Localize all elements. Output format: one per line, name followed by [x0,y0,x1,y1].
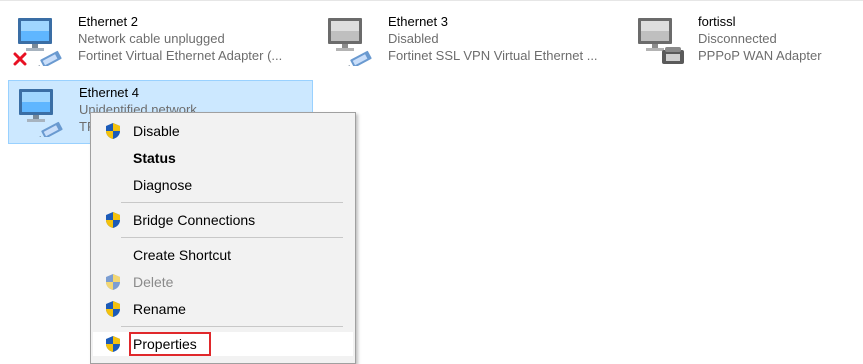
adapter-status: Disconnected [698,31,777,46]
menu-item-create-shortcut[interactable]: Create Shortcut [93,243,353,267]
uac-shield-icon [106,212,120,228]
uac-shield-icon [106,336,120,352]
dialup-adapter-icon [638,18,684,64]
menu-item-label: Disable [133,123,180,139]
network-adapter-disabled-icon [328,18,373,66]
menu-separator [121,237,343,238]
network-adapter-icon [19,85,64,137]
adapter-status: Disabled [388,31,439,46]
adapter-device: Fortinet Virtual Ethernet Adapter (... [78,48,283,63]
menu-item-properties[interactable]: Properties [93,332,353,356]
adapter-status: Network cable unplugged [78,31,225,46]
menu-item-label: Create Shortcut [133,247,232,263]
red-x-icon [13,52,27,66]
menu-item-label: Status [133,150,176,166]
red-highlight-box [129,332,211,356]
adapter-name: Ethernet 3 [388,14,448,29]
adapter-name: Ethernet 2 [78,14,138,29]
menu-item-label: Delete [133,274,174,290]
adapter-device: Fortinet SSL VPN Virtual Ethernet ... [388,48,598,63]
adapter-device: PPPoP WAN Adapter [698,48,822,63]
menu-item-delete: Delete [93,270,353,294]
window-top-border [0,0,863,1]
uac-shield-icon [106,274,120,290]
menu-item-label: Rename [133,301,186,317]
adapter-fortissl[interactable]: fortissl Disconnected PPPoP WAN Adapter [628,10,863,66]
menu-item-bridge-connections[interactable]: Bridge Connections [93,208,353,232]
menu-item-label: Diagnose [133,177,193,193]
adapter-ethernet-3[interactable]: Ethernet 3 Disabled Fortinet SSL VPN Vir… [318,10,623,66]
menu-separator [121,326,343,327]
menu-item-label: Bridge Connections [133,212,256,228]
adapter-ethernet-2[interactable]: Ethernet 2 Network cable unplugged Forti… [8,10,313,66]
uac-shield-icon [106,301,120,317]
network-adapter-icon [13,14,63,66]
menu-item-diagnose[interactable]: Diagnose [93,173,353,197]
uac-shield-icon [106,123,120,139]
phone-icon [662,47,684,64]
menu-separator [121,202,343,203]
menu-item-status[interactable]: Status [93,146,353,170]
adapter-name: Ethernet 4 [79,85,139,100]
menu-item-rename[interactable]: Rename [93,297,353,321]
menu-item-disable[interactable]: Disable [93,119,353,143]
adapter-name: fortissl [698,14,736,29]
context-menu: Disable Status Diagnose Bridge Connectio… [90,112,356,364]
